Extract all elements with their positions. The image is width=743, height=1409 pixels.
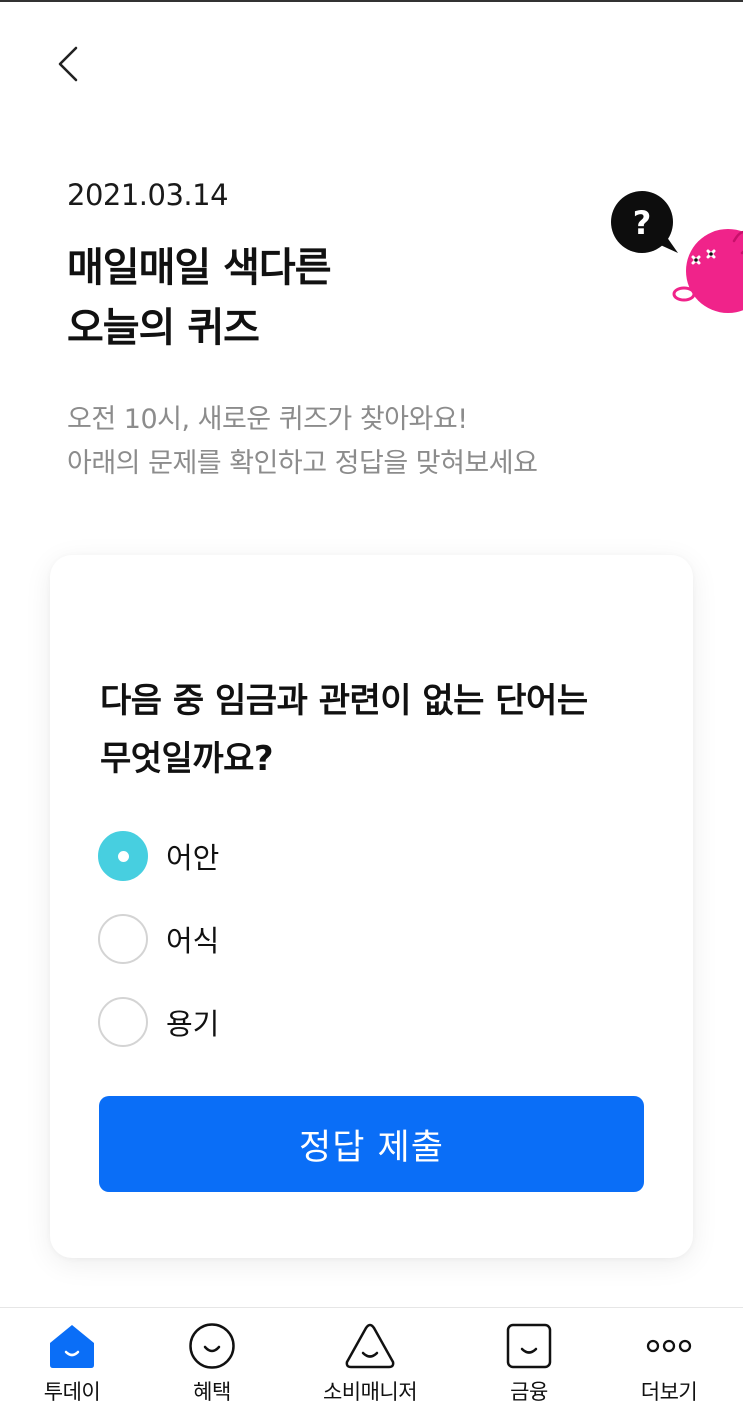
tab-label: 혜택 xyxy=(193,1380,231,1404)
quiz-mascot-illustration: ? xyxy=(611,191,743,313)
submit-answer-button[interactable]: 정답 제출 xyxy=(99,1096,644,1192)
question-bubble-icon: ? xyxy=(611,191,678,253)
more-dots-icon xyxy=(646,1339,692,1353)
answer-option-2[interactable]: 어식 xyxy=(98,913,498,965)
answer-option-label: 어식 xyxy=(166,924,220,958)
tab-finance[interactable]: 금융 xyxy=(464,1308,594,1409)
answer-option-label: 용기 xyxy=(166,1007,220,1041)
tab-spending-manager[interactable]: 소비매니저 xyxy=(305,1308,435,1409)
page-title: 매일매일 색다른 오늘의 퀴즈 xyxy=(67,238,332,358)
triangle-smile-icon xyxy=(345,1323,395,1369)
quiz-question-line1: 다음 중 임금과 관련이 없는 단어는 xyxy=(100,681,588,721)
tab-label: 더보기 xyxy=(640,1380,698,1404)
chevron-left-icon xyxy=(58,46,78,82)
radio-checked-icon[interactable] xyxy=(98,831,148,881)
answer-option-1[interactable]: 어안 xyxy=(98,830,498,882)
radio-unchecked-icon[interactable] xyxy=(98,914,148,964)
page-title-line2: 오늘의 퀴즈 xyxy=(67,305,260,351)
page-subtitle-line2: 아래의 문제를 확인하고 정답을 맞혀보세요 xyxy=(67,448,538,479)
page-subtitle: 오전 10시, 새로운 퀴즈가 찾아와요! 아래의 문제를 확인하고 정답을 맞… xyxy=(67,398,538,486)
square-smile-icon xyxy=(506,1323,552,1369)
answer-option-label: 어안 xyxy=(166,841,220,875)
back-button[interactable] xyxy=(44,38,92,90)
status-divider xyxy=(0,0,743,2)
tab-today[interactable]: 투데이 xyxy=(7,1308,137,1409)
page-subtitle-line1: 오전 10시, 새로운 퀴즈가 찾아와요! xyxy=(67,404,468,435)
tab-label: 소비매니저 xyxy=(322,1380,418,1404)
quiz-card: 다음 중 임금과 관련이 없는 단어는 무엇일까요? 어안 어식 용기 정답 제… xyxy=(50,555,693,1258)
pink-mascot-icon xyxy=(672,229,743,313)
tab-more[interactable]: 더보기 xyxy=(604,1308,734,1409)
svg-text:?: ? xyxy=(633,204,652,242)
tab-benefits[interactable]: 혜택 xyxy=(147,1308,277,1409)
answer-option-3[interactable]: 용기 xyxy=(98,996,498,1048)
tab-label: 금융 xyxy=(510,1380,548,1404)
radio-unchecked-icon[interactable] xyxy=(98,997,148,1047)
page-title-line1: 매일매일 색다른 xyxy=(67,245,332,291)
smile-circle-icon xyxy=(189,1323,235,1369)
tab-label: 투데이 xyxy=(43,1380,101,1404)
quiz-question-line2: 무엇일까요? xyxy=(100,739,274,779)
home-icon xyxy=(50,1325,94,1368)
bottom-tab-bar: 투데이 혜택 소비매니저 금융 더보기 xyxy=(0,1307,743,1408)
quiz-date: 2021.03.14 xyxy=(67,178,229,212)
quiz-question: 다음 중 임금과 관련이 없는 단어는 무엇일까요? xyxy=(100,672,660,788)
